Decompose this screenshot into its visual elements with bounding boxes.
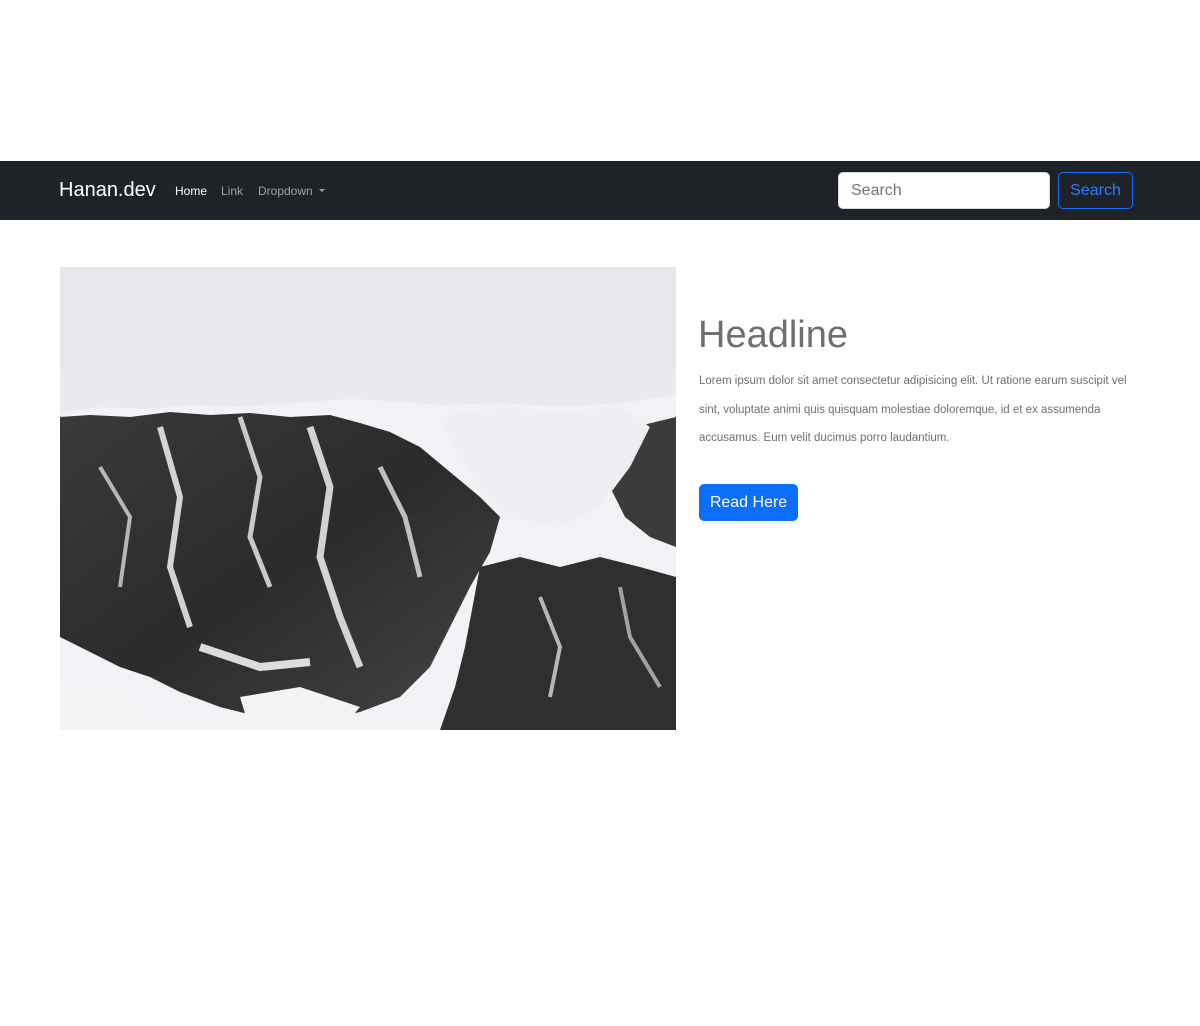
caret-down-icon <box>318 189 325 193</box>
hero-body-text: Lorem ipsum dolor sit amet consectetur a… <box>699 375 1127 444</box>
search-input[interactable] <box>838 172 1050 209</box>
nav-link-home[interactable]: Home <box>175 183 207 199</box>
read-here-button[interactable]: Read Here <box>699 484 798 521</box>
nav-dropdown-toggle[interactable]: Dropdown <box>258 183 325 199</box>
brand-link[interactable]: Hanan.dev <box>59 178 156 202</box>
nav-dropdown-label: Dropdown <box>258 184 313 198</box>
mountain-photo-icon <box>60 267 676 730</box>
search-button[interactable]: Search <box>1058 172 1133 209</box>
headline: Headline <box>698 314 848 356</box>
nav-link-link[interactable]: Link <box>221 183 243 199</box>
hero-image <box>60 267 676 730</box>
navbar: Hanan.dev Home Link Dropdown Search <box>0 161 1200 220</box>
